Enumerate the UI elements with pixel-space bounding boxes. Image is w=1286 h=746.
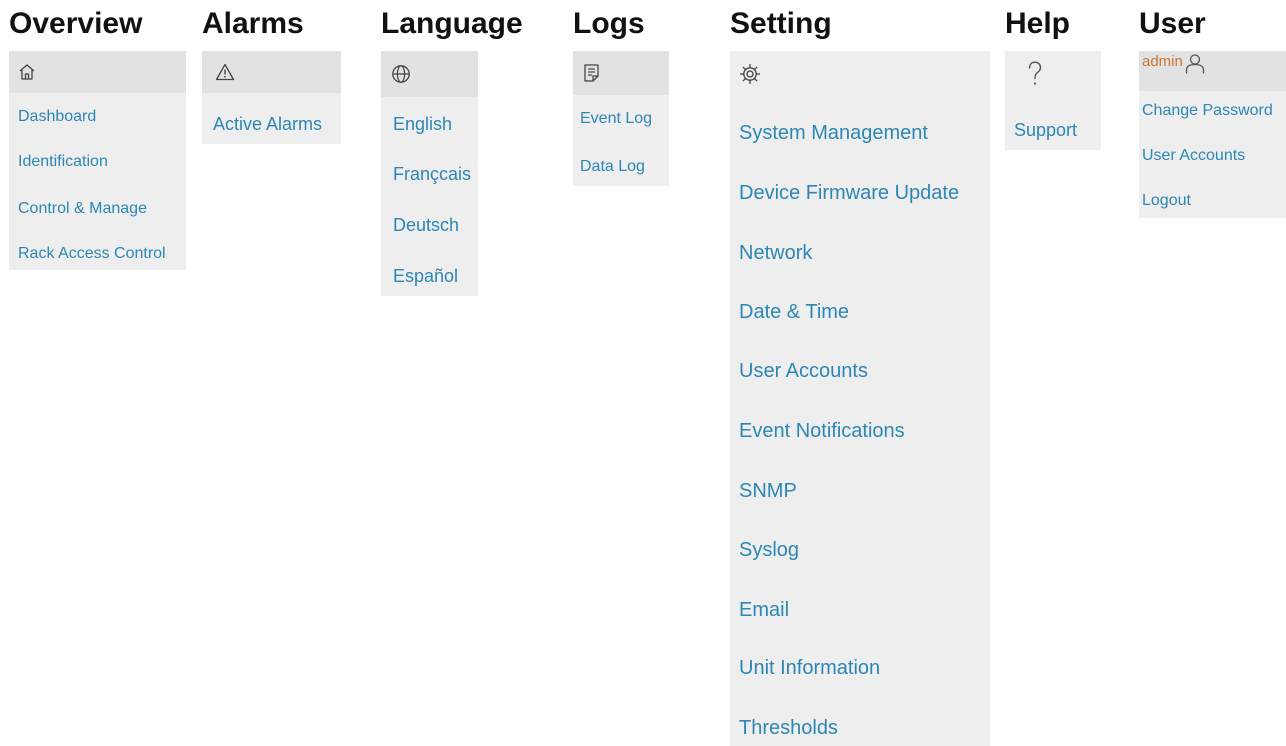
logs-item-data-log[interactable]: Data Log bbox=[580, 158, 645, 176]
logs-icon-bar[interactable] bbox=[573, 51, 669, 95]
overview-item-dashboard[interactable]: Dashboard bbox=[9, 108, 96, 126]
alarms-panel: Active Alarms bbox=[202, 51, 341, 144]
user-item-change-password[interactable]: Change Password bbox=[1142, 102, 1273, 120]
overview-item-identification[interactable]: Identification bbox=[9, 153, 108, 171]
language-title: Language bbox=[381, 7, 523, 40]
logs-panel: Event Log Data Log bbox=[573, 51, 669, 186]
setting-item-event-notifications[interactable]: Event Notifications bbox=[739, 420, 905, 443]
setting-icon-bar[interactable] bbox=[730, 51, 990, 97]
log-document-icon bbox=[583, 63, 601, 83]
overview-item-rack-access-control[interactable]: Rack Access Control bbox=[9, 245, 166, 263]
user-item-logout[interactable]: Logout bbox=[1142, 192, 1191, 210]
setting-item-network[interactable]: Network bbox=[739, 242, 812, 265]
overview-title: Overview bbox=[9, 7, 143, 40]
setting-item-email[interactable]: Email bbox=[739, 599, 789, 622]
setting-item-thresholds[interactable]: Thresholds bbox=[739, 717, 838, 740]
user-item-user-accounts[interactable]: User Accounts bbox=[1142, 147, 1245, 165]
language-item-espanol[interactable]: Español bbox=[393, 266, 458, 287]
language-panel: English Françcais Deutsch Español bbox=[381, 51, 478, 296]
logs-item-event-log[interactable]: Event Log bbox=[580, 110, 652, 128]
alarms-title: Alarms bbox=[202, 7, 304, 40]
setting-panel: System Management Device Firmware Update… bbox=[730, 51, 990, 746]
help-panel: Support bbox=[1005, 51, 1101, 150]
user-title: User bbox=[1139, 7, 1206, 40]
help-title: Help bbox=[1005, 7, 1071, 40]
alarms-item-active-alarms[interactable]: Active Alarms bbox=[213, 114, 322, 135]
setting-item-user-accounts[interactable]: User Accounts bbox=[739, 360, 868, 383]
setting-item-system-management[interactable]: System Management bbox=[739, 122, 928, 145]
setting-item-snmp[interactable]: SNMP bbox=[739, 480, 797, 503]
question-icon bbox=[1027, 61, 1043, 87]
logs-title: Logs bbox=[573, 7, 645, 40]
setting-item-unit-information[interactable]: Unit Information bbox=[739, 657, 880, 680]
setting-title: Setting bbox=[730, 7, 832, 40]
home-icon bbox=[18, 63, 36, 81]
language-item-english[interactable]: English bbox=[393, 114, 452, 135]
warning-icon bbox=[215, 63, 235, 81]
overview-panel: Dashboard Identification Control & Manag… bbox=[9, 51, 186, 270]
help-icon-bar[interactable] bbox=[1005, 51, 1101, 97]
setting-item-syslog[interactable]: Syslog bbox=[739, 539, 799, 562]
username-label: admin bbox=[1142, 53, 1183, 70]
user-icon bbox=[1184, 53, 1206, 75]
overview-icon-bar[interactable] bbox=[9, 51, 186, 93]
setting-item-device-firmware-update[interactable]: Device Firmware Update bbox=[739, 182, 959, 205]
language-item-francais[interactable]: Françcais bbox=[393, 164, 471, 185]
alarms-icon-bar[interactable] bbox=[202, 51, 341, 93]
language-item-deutsch[interactable]: Deutsch bbox=[393, 215, 459, 236]
language-icon-bar[interactable] bbox=[381, 51, 478, 97]
user-panel: admin Change Password User Accounts Logo… bbox=[1139, 51, 1286, 218]
help-item-support[interactable]: Support bbox=[1014, 120, 1077, 141]
overview-item-control-manage[interactable]: Control & Manage bbox=[9, 200, 147, 218]
globe-icon bbox=[391, 64, 411, 84]
setting-item-date-time[interactable]: Date & Time bbox=[739, 301, 849, 324]
user-icon-bar[interactable]: admin bbox=[1139, 51, 1286, 91]
gear-icon bbox=[739, 63, 761, 85]
